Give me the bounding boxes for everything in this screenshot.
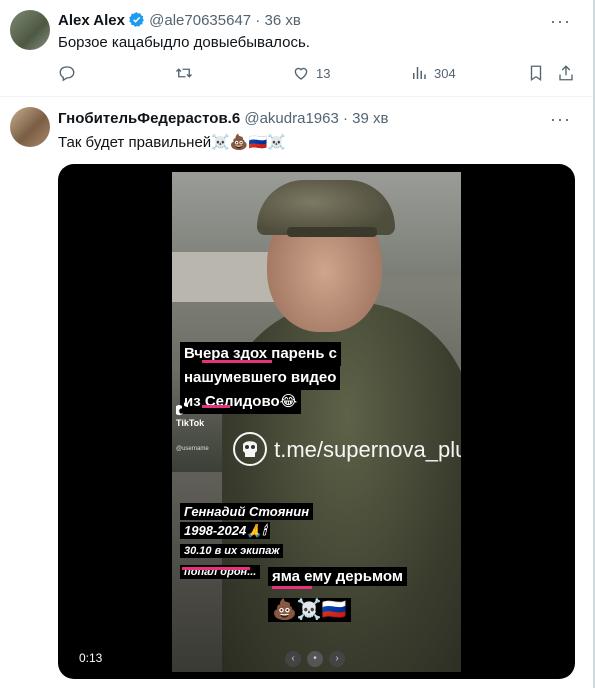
- tiktok-username: @username: [176, 446, 209, 452]
- heart-icon: [294, 67, 308, 80]
- author-handle[interactable]: @akudra1963: [244, 110, 338, 127]
- author-handle[interactable]: @ale70635647: [149, 12, 251, 29]
- highlight-line: [272, 586, 312, 589]
- highlight-line: [182, 567, 250, 570]
- view-count: 304: [434, 65, 456, 81]
- verified-badge-icon: [128, 11, 145, 34]
- tweet-actions: 13 304: [58, 64, 588, 84]
- more-options-icon[interactable]: ···: [550, 11, 571, 31]
- watermark: t.me/supernova_plus: [232, 431, 461, 467]
- retweet-icon: [176, 68, 192, 78]
- tiktok-icon: [174, 401, 188, 416]
- highlight-line: [202, 405, 230, 408]
- tiktok-logo: TikTok: [174, 400, 204, 428]
- previous-icon[interactable]: ‹: [285, 651, 301, 667]
- next-icon[interactable]: ›: [329, 651, 345, 667]
- highlight-line: [202, 360, 272, 363]
- video-pager: ‹ • ›: [285, 651, 345, 667]
- like-count: 13: [316, 65, 331, 81]
- like-button[interactable]: 13: [292, 64, 330, 82]
- share-button[interactable]: [557, 64, 575, 82]
- avatar[interactable]: [10, 107, 50, 147]
- reply-icon: [59, 66, 75, 82]
- tweet-1[interactable]: Alex Alex @ale70635647 · 36 хв ··· Борзо…: [0, 0, 593, 97]
- avatar[interactable]: [10, 10, 50, 50]
- retweet-button[interactable]: [175, 64, 199, 82]
- tweet-text: Так будет правильней☠️💩🇷🇺☠️: [58, 134, 286, 151]
- author-name[interactable]: Alex Alex: [58, 12, 125, 29]
- video-frame[interactable]: Вчера здох парень с нашумевшего видео из…: [172, 172, 461, 672]
- current-page-dot[interactable]: •: [307, 651, 323, 667]
- tweet-header: ГнобительФедерастов.6 @akudra1963 · 39 х…: [58, 110, 389, 127]
- bookmark-button[interactable]: [527, 64, 545, 82]
- author-name[interactable]: ГнобительФедерастов.6: [58, 110, 240, 127]
- tweet-2[interactable]: ГнобительФедерастов.6 @akudra1963 · 39 х…: [0, 97, 593, 688]
- video-caption-4: 💩☠️🇷🇺: [268, 595, 351, 625]
- views-button[interactable]: 304: [410, 64, 456, 82]
- tweet-time[interactable]: 39 хв: [352, 110, 388, 127]
- video-player[interactable]: Вчера здох парень с нашумевшего видео из…: [58, 164, 575, 679]
- punisher-skull-icon: [233, 432, 267, 466]
- more-options-icon[interactable]: ···: [550, 109, 571, 129]
- tweet-time[interactable]: 36 хв: [264, 12, 300, 29]
- video-cap-brim: [287, 227, 377, 237]
- share-icon: [559, 65, 573, 81]
- reply-button[interactable]: [58, 64, 82, 82]
- bookmark-icon: [530, 65, 542, 82]
- views-icon: [413, 67, 426, 79]
- tweet-text: Борзое кацабыдло довыебывалось.: [58, 34, 310, 51]
- video-timer: 0:13: [79, 651, 103, 665]
- tweet-header: Alex Alex @ale70635647 · 36 хв: [58, 11, 301, 34]
